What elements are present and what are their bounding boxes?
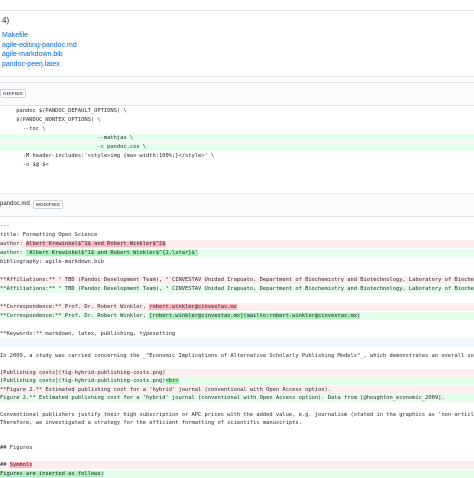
diff-line: In 2009, a study was carried concerning … (0, 353, 474, 359)
diff-line (0, 436, 474, 444)
diff-text: **Correspondence:** Prof. Dr. Robert Win… (0, 313, 150, 319)
diff-highlight: [robert.winkler@cinvestav.mx](mailto:rob… (149, 313, 361, 319)
diff-line-removed: **Correspondence:** Prof. Dr. Robert Win… (0, 303, 474, 311)
diff-line-added: --mathjax \ (0, 134, 474, 142)
diff-line-added: author: 'Albert Krewinkel$^1$ and Robert… (0, 249, 474, 257)
diff-line: --toc \ (0, 126, 46, 132)
diff-highlight: robert.winkler@cinvestav.mx (149, 304, 237, 310)
changed-files-count: 4) (2, 16, 10, 25)
diff-line-added: -c pandoc.css \ (0, 143, 474, 151)
file-name: pandoc.md (0, 201, 30, 207)
diff-line: pandoc $(PANDOC_DEFAULT_OPTIONS) \ (0, 108, 127, 114)
diff-highlight: <br> (165, 378, 179, 385)
diff-line-removed: ## Symbols (0, 461, 474, 470)
modified-badge: ODIFIED (0, 89, 27, 98)
diff-highlight: Albert Krewinkel$^1$ and Robert Winkler$… (25, 241, 166, 247)
diff-line (0, 453, 474, 461)
diff-line: Therefore, we investigated a strategy fo… (0, 420, 302, 427)
diff-line: $(PANDOC_NONTEX_OPTIONS) \ (0, 117, 101, 123)
diff-line-removed: (Publishing costs](fig-hybrid-publishing… (0, 368, 474, 377)
diff-line (0, 294, 474, 302)
diff-text: Figure 2.** Estimated publishing cost fo… (0, 395, 445, 401)
diff-line: ## Figures (0, 445, 33, 452)
diff-text: **Figure 2.** Estimated publishing cost … (0, 386, 332, 393)
file-link-agile-markdown-bib[interactable]: agile-markdown.bib (2, 50, 77, 60)
diff-highlight: Symbols (9, 462, 33, 469)
diff-line-added: **Correspondence:** Prof. Dr. Robert Win… (0, 312, 474, 320)
file-header-agile-editing-pandoc[interactable]: pandoc.md MODIFIED (0, 193, 474, 217)
diff-text: author: (0, 241, 26, 247)
diff-highlight: 'Albert Krewinkel$^1$ and Robert Winkler… (25, 250, 198, 256)
diff-line: Conventional publishers justify their hi… (0, 411, 474, 418)
diff-hunk-separator[interactable] (0, 338, 474, 347)
top-divider (0, 0, 474, 11)
file-header-makefile[interactable]: ODIFIED (0, 82, 474, 106)
diff-line: title: Formatting Open Science (0, 232, 98, 238)
modified-badge: MODIFIED (33, 200, 64, 209)
diff-text: ## (0, 462, 10, 469)
file-link-pandoc-peerj-latex[interactable]: pandoc-peerj.latex (2, 60, 77, 70)
section-divider (0, 76, 474, 77)
diff-line: **Keywords:** markdown, latex, publishin… (0, 331, 176, 337)
diff-line-removed: **Figure 2.** Estimated publishing cost … (0, 385, 474, 394)
diff-line-removed: author: Albert Krewinkel$^1$ and Robert … (0, 240, 474, 248)
diff-line (0, 267, 474, 275)
diff-line-added: Figure 2.** Estimated publishing cost fo… (0, 394, 474, 402)
diff-line: -o $@ $< (0, 162, 49, 168)
diff-line: bibliography: agile-markdown.bib (0, 259, 104, 265)
diff-text: **Correspondence:** Prof. Dr. Robert Win… (0, 304, 150, 310)
diff-line-removed: **Affiliations:** ¹ TBD (Pandoc Developm… (0, 276, 474, 284)
diff-line (0, 360, 474, 368)
file-link-makefile[interactable]: Makefile (2, 31, 77, 41)
diff-line (0, 321, 474, 329)
diff-text: (Publishing costs](fig-hybrid-publishing… (0, 369, 166, 376)
diff-line (0, 428, 474, 436)
changed-file-list: Makefile agile-editing-pandoc.md agile-m… (2, 31, 77, 70)
diff-text: (Publishing costs](fig-hybrid-publishing… (0, 378, 166, 385)
diff-line: --- (0, 223, 10, 229)
diff-line: -M header-includes:'<style>img {max-widt… (0, 153, 215, 159)
diff-line-added: **Affiliations:** ¹ TBD (Pandoc Developm… (0, 285, 474, 293)
file-link-agile-editing-pandoc[interactable]: agile-editing-pandoc.md (2, 41, 77, 51)
diff-line-added: (Publishing costs](fig-hybrid-publishing… (0, 377, 474, 386)
diff-text: author: (0, 250, 26, 256)
diff-line (0, 402, 474, 410)
